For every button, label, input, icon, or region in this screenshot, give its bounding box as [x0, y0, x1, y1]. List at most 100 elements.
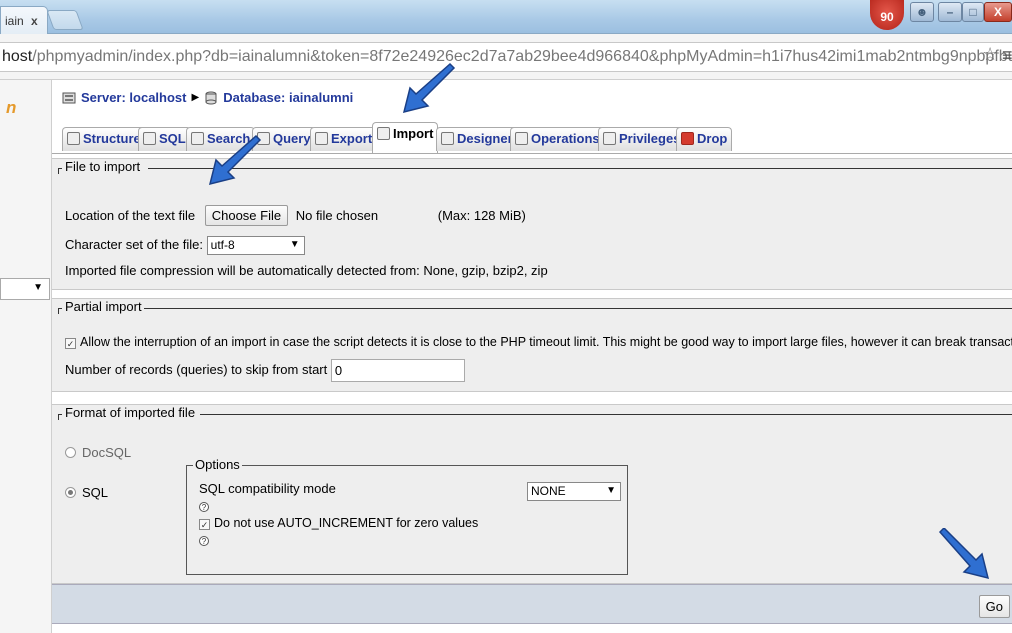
no-auto-increment-row: ✓ Do not use AUTO_INCREMENT for zero valu…	[199, 516, 478, 530]
partial-import-panel: Partial import ✓ Allow the interruption o…	[52, 298, 1012, 392]
help-icon[interactable]: ?	[199, 536, 209, 546]
browser-tab-title: iain	[5, 14, 24, 28]
chevron-down-icon: ▼	[289, 239, 300, 250]
legend-line-right	[144, 308, 1012, 309]
tab-sql[interactable]: SQL	[138, 127, 191, 151]
drop-icon	[681, 132, 694, 145]
tab-label: Query	[273, 131, 311, 146]
skip-label: Number of records (queries) to skip from…	[65, 361, 328, 377]
compat-value: NONE	[531, 484, 566, 498]
browser-titlebar: iain x 90 ☻ – □ X	[0, 0, 1012, 34]
url-host: host	[2, 48, 33, 65]
tab-privileges[interactable]: Privileges	[598, 127, 686, 151]
sql-label: SQL	[82, 485, 109, 500]
import-icon	[377, 127, 390, 140]
tab-drop[interactable]: Drop	[676, 127, 733, 151]
tab-structure[interactable]: Structure	[62, 127, 146, 151]
annotation-arrow-icon	[402, 62, 456, 114]
partial-import-legend: Partial import	[62, 299, 145, 314]
choose-file-button[interactable]: Choose File	[204, 205, 289, 226]
tab-operations[interactable]: Operations	[510, 127, 605, 151]
tab-export[interactable]: Export	[310, 127, 378, 151]
user-icon[interactable]: ☻	[910, 2, 934, 22]
skip-input[interactable]: 0	[330, 359, 465, 382]
new-tab-button[interactable]	[46, 10, 84, 30]
sql-radio[interactable]	[65, 487, 76, 498]
docsql-option[interactable]: DocSQL	[65, 445, 131, 460]
privileges-icon	[603, 132, 616, 145]
chevron-down-icon: ▼	[606, 485, 616, 496]
bookmark-star-icon[interactable]: ☆	[982, 44, 998, 65]
compat-select[interactable]: NONE ▼	[527, 482, 621, 501]
structure-icon	[67, 132, 80, 145]
database-icon	[205, 91, 217, 104]
address-bar-area: host/phpmyadmin/index.php?db=iainalumni&…	[0, 34, 1012, 80]
designer-icon	[441, 132, 454, 145]
notification-badge[interactable]: 90	[870, 0, 904, 30]
charset-value: utf-8	[210, 238, 235, 252]
location-label: Location of the text file	[65, 208, 196, 223]
close-window-button[interactable]: X	[984, 2, 1012, 22]
tab-label: Designer	[457, 131, 513, 146]
maximize-button[interactable]: □	[962, 2, 984, 22]
sql-icon	[143, 132, 156, 145]
help-icon[interactable]: ?	[199, 502, 209, 512]
charset-row: Character set of the file: utf-8 ▼	[65, 236, 305, 255]
tab-label: Operations	[531, 131, 600, 146]
annotation-arrow-icon	[208, 134, 262, 186]
annotation-arrow-icon	[938, 528, 990, 580]
file-import-panel: File to import Location of the text file…	[52, 158, 1012, 290]
left-navigation: n ▼	[0, 80, 52, 633]
charset-select[interactable]: utf-8 ▼	[206, 236, 305, 255]
location-row: Location of the text file Choose File No…	[65, 205, 526, 226]
url-path: /phpmyadmin/index.php?db=iainalumni&toke…	[32, 48, 1012, 65]
options-fieldset: Options SQL compatibility mode NONE ▼ ? ✓…	[186, 457, 628, 575]
compression-note: Imported file compression will be automa…	[65, 263, 548, 278]
charset-label: Character set of the file:	[65, 236, 204, 252]
tab-designer[interactable]: Designer	[436, 127, 518, 151]
no-auto-increment-label: Do not use AUTO_INCREMENT for zero value…	[214, 516, 479, 530]
close-tab-icon[interactable]: x	[31, 14, 38, 28]
export-icon	[315, 132, 328, 145]
file-import-legend: File to import	[62, 159, 144, 174]
minimize-button[interactable]: –	[938, 2, 962, 22]
allow-interrupt-row: ✓ Allow the interruption of an import in …	[65, 335, 1012, 349]
compat-label: SQL compatibility mode	[199, 481, 336, 496]
go-button[interactable]: Go	[978, 595, 1010, 618]
docsql-radio[interactable]	[65, 447, 76, 458]
operations-icon	[515, 132, 528, 145]
tab-label: Import	[393, 126, 434, 141]
sql-option[interactable]: SQL	[65, 485, 108, 500]
legend-line-right	[148, 168, 1012, 169]
tab-label: SQL	[159, 131, 186, 146]
no-file-text: No file chosen	[295, 208, 379, 223]
options-legend: Options	[193, 457, 242, 472]
breadcrumb: Server: localhost ▶ Database: iainalumni	[62, 90, 353, 105]
tab-label: Export	[331, 131, 373, 146]
breadcrumb-server[interactable]: Server: localhost	[81, 90, 187, 105]
phpmyadmin-logo-fragment: n	[6, 98, 17, 117]
breadcrumb-database[interactable]: Database: iainalumni	[223, 90, 353, 105]
browser-tab[interactable]: iain x	[0, 6, 48, 34]
tab-import[interactable]: Import	[372, 122, 439, 153]
breadcrumb-separator-icon: ▶	[191, 92, 200, 103]
address-bar[interactable]: host/phpmyadmin/index.php?db=iainalumni&…	[0, 42, 1012, 72]
tab-label: Privileges	[619, 131, 681, 146]
max-size-text: (Max: 128 MiB)	[437, 208, 526, 223]
allow-interrupt-checkbox[interactable]: ✓	[65, 338, 76, 349]
tab-label: Drop	[697, 131, 728, 146]
server-icon	[62, 92, 76, 103]
search-icon	[191, 132, 204, 145]
legend-line-right	[200, 414, 1012, 415]
form-footer: Go	[52, 584, 1012, 624]
tab-bar: Structure SQL Search Query Export Import…	[62, 122, 1012, 154]
docsql-label: DocSQL	[82, 445, 132, 460]
format-legend: Format of imported file	[62, 405, 199, 420]
browser-menu-icon[interactable]: ≡	[1002, 45, 1012, 66]
format-panel: Format of imported file DocSQL SQL Optio…	[52, 404, 1012, 584]
tab-label: Structure	[83, 131, 141, 146]
allow-interrupt-label: Allow the interruption of an import in c…	[80, 335, 1012, 349]
database-select[interactable]: ▼	[0, 278, 50, 300]
skip-row: Number of records (queries) to skip from…	[65, 359, 465, 382]
no-auto-increment-checkbox[interactable]: ✓	[199, 519, 210, 530]
